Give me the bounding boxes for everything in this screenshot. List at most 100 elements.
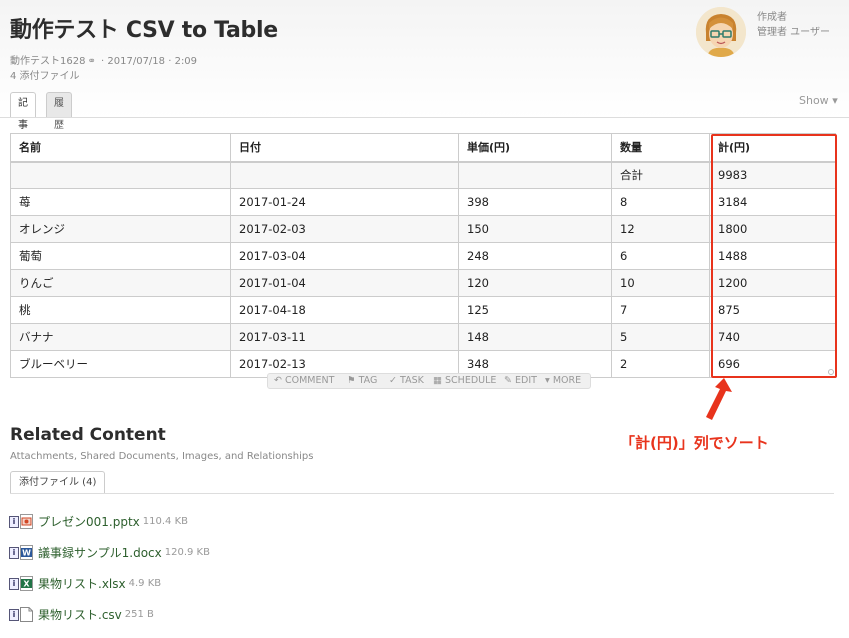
table-cell: オレンジ — [10, 215, 231, 243]
attachment-size: 4.9 KB — [128, 578, 162, 589]
info-icon[interactable]: i — [9, 608, 19, 621]
table-cell: 桃 — [10, 296, 231, 324]
docx-file-icon: W — [20, 545, 33, 560]
column-header-name[interactable]: 名前 — [10, 133, 231, 163]
table-cell: 12 — [611, 215, 710, 243]
reply-icon: ↶ — [274, 375, 282, 386]
table-cell: 2017-04-18 — [230, 296, 459, 324]
table-cell — [458, 161, 612, 189]
table-cell: 2017-03-11 — [230, 323, 459, 351]
tag-icon: ⚑ — [347, 375, 356, 386]
column-header-date[interactable]: 日付 — [230, 133, 459, 163]
table-cell: 5 — [611, 323, 710, 351]
info-icon[interactable]: i — [9, 515, 19, 528]
table-cell: 6 — [611, 242, 710, 270]
attachment-name[interactable]: 議事録サンプル1.docx — [38, 546, 162, 560]
comment-action[interactable]: ↶ COMMENT — [274, 374, 334, 388]
table-cell: 葡萄 — [10, 242, 231, 270]
table-cell: 合計 — [611, 161, 710, 189]
pencil-icon: ✎ — [504, 375, 512, 386]
avatar[interactable] — [696, 7, 746, 57]
show-label: Show — [799, 94, 829, 107]
annotation-arrow-icon — [706, 378, 732, 420]
csv-file-icon — [20, 607, 33, 622]
page-meta-date: 2017/07/18 — [107, 56, 166, 67]
table-cell: 2017-02-03 — [230, 215, 459, 243]
more-label: MORE — [552, 375, 582, 386]
table-cell: 248 — [458, 242, 612, 270]
tab-divider — [0, 117, 849, 118]
edit-label: EDIT — [515, 375, 537, 386]
action-bar: ↶ COMMENT ⚑ TAG ✓ TASK ▦ SCHEDULE ✎ EDIT… — [267, 373, 591, 389]
table-cell: りんご — [10, 269, 231, 297]
table-resize-handle[interactable] — [828, 369, 834, 375]
pptx-file-icon — [20, 514, 33, 529]
attachment-name[interactable]: プレゼン001.pptx — [38, 515, 140, 529]
sort-annotation: 「計(円)」列でソート — [620, 434, 769, 452]
link-icon[interactable]: ⚭ — [87, 56, 95, 67]
table-cell: 125 — [458, 296, 612, 324]
related-content-title: Related Content — [10, 425, 166, 445]
attachment-size: 110.4 KB — [142, 516, 188, 527]
task-action[interactable]: ✓ TASK — [389, 374, 424, 388]
attachment-item: i プレゼン001.pptx 110.4 KB — [9, 513, 188, 529]
edit-action[interactable]: ✎ EDIT — [504, 374, 537, 388]
related-tab-divider — [10, 493, 834, 494]
avatar-illustration — [696, 7, 746, 57]
table-cell: 148 — [458, 323, 612, 351]
tag-action[interactable]: ⚑ TAG — [347, 374, 377, 388]
author-block: 作成者 管理者 ユーザー — [757, 10, 830, 40]
table-cell — [230, 161, 459, 189]
chevron-down-icon: ▾ — [545, 375, 550, 386]
schedule-action[interactable]: ▦ SCHEDULE — [433, 374, 496, 388]
attachment-item: i W 議事録サンプル1.docx 120.9 KB — [9, 544, 210, 560]
table-cell: 10 — [611, 269, 710, 297]
attachment-name[interactable]: 果物リスト.xlsx — [38, 577, 126, 591]
schedule-label: SCHEDULE — [445, 375, 497, 386]
table-cell: 7 — [611, 296, 710, 324]
attachment-item: i 果物リスト.csv 251 B — [9, 606, 154, 622]
page-title: 動作テスト CSV to Table — [10, 18, 278, 43]
author-role: 作成者 — [757, 12, 787, 23]
more-action[interactable]: ▾ MORE — [545, 374, 581, 388]
tab-history[interactable]: 履歴 — [46, 92, 72, 131]
attachment-size: 251 B — [124, 609, 154, 620]
attachment-item: i X 果物リスト.xlsx 4.9 KB — [9, 575, 161, 591]
table-cell: 2017-01-24 — [230, 188, 459, 216]
calendar-icon: ▦ — [433, 375, 442, 386]
table-cell: 150 — [458, 215, 612, 243]
author-name[interactable]: 管理者 ユーザー — [757, 25, 830, 40]
comment-label: COMMENT — [285, 375, 335, 386]
table-cell: 苺 — [10, 188, 231, 216]
info-icon[interactable]: i — [9, 577, 19, 590]
attachment-name[interactable]: 果物リスト.csv — [38, 608, 122, 622]
chevron-down-icon: ▾ — [832, 94, 838, 107]
tab-attachments[interactable]: 添付ファイル (4) — [10, 471, 106, 494]
page-header: 動作テスト CSV to Table 動作テスト1628 ⚭ · 2017/07/… — [0, 0, 849, 131]
table-cell: ブルーベリー — [10, 350, 231, 378]
attachment-count[interactable]: 4 添付ファイル — [10, 67, 80, 82]
xlsx-file-icon: X — [20, 576, 33, 591]
check-icon: ✓ — [389, 375, 397, 386]
table-cell: 2017-03-04 — [230, 242, 459, 270]
page-meta: 動作テスト1628 ⚭ · 2017/07/18 · 2:09 — [10, 56, 198, 67]
column-header-unit-price[interactable]: 単価(円) — [458, 133, 612, 163]
table-cell — [10, 161, 231, 189]
show-dropdown[interactable]: Show ▾ — [799, 94, 838, 107]
table-cell: 8 — [611, 188, 710, 216]
table-cell: バナナ — [10, 323, 231, 351]
table-cell: 2017-01-04 — [230, 269, 459, 297]
table-cell: 120 — [458, 269, 612, 297]
task-label: TASK — [400, 375, 424, 386]
page-meta-prefix: 動作テスト1628 — [10, 56, 86, 67]
attachment-size: 120.9 KB — [164, 547, 210, 558]
page-meta-time: 2:09 — [174, 56, 198, 67]
svg-text:X: X — [23, 580, 30, 589]
table-cell: 398 — [458, 188, 612, 216]
related-content-subtitle: Attachments, Shared Documents, Images, a… — [10, 451, 314, 462]
tab-article[interactable]: 記事 — [10, 92, 36, 131]
sort-column-highlight — [711, 134, 837, 378]
column-header-quantity[interactable]: 数量 — [611, 133, 710, 163]
table-cell: 2 — [611, 350, 710, 378]
info-icon[interactable]: i — [9, 546, 19, 559]
